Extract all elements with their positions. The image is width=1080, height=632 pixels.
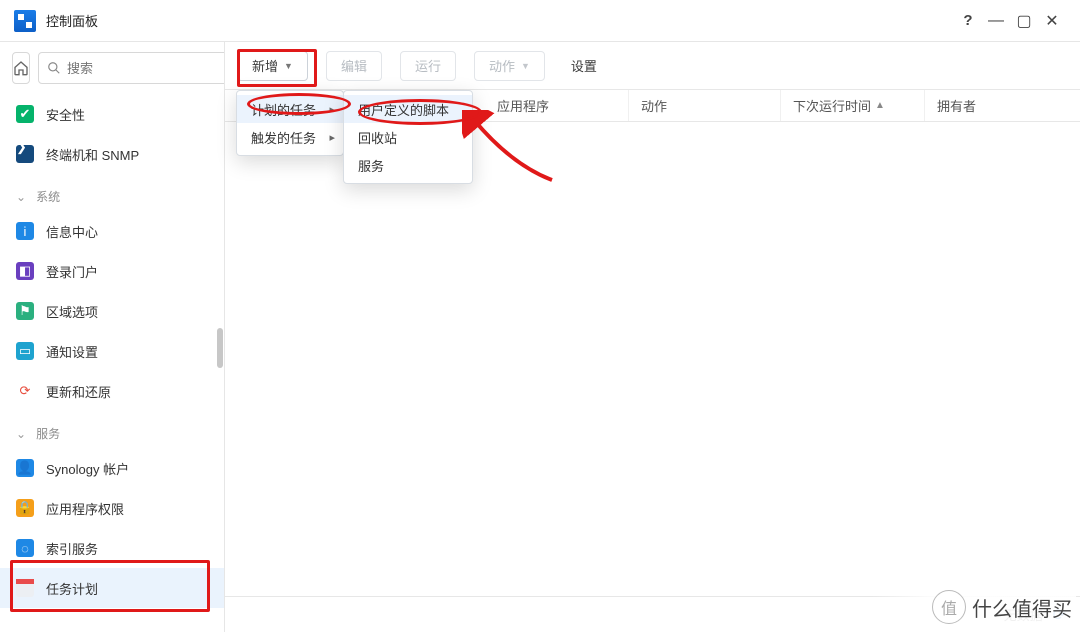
sidebar-item-label: 终端机和 SNMP [46, 145, 139, 164]
dropdown-item-scheduled-task[interactable]: 计划的任务 用户定义的脚本 回收站 服务 [237, 95, 343, 123]
sidebar-item-login-portal[interactable]: ◧ 登录门户 [0, 251, 224, 291]
lock-icon: 🔒 [16, 499, 34, 517]
terminal-icon: ❯_ [16, 145, 34, 163]
sidebar-item-label: 区域选项 [46, 302, 98, 321]
help-button[interactable]: ? [954, 12, 982, 29]
chat-icon: ▭ [16, 342, 34, 360]
th-app[interactable]: 应用程序 [485, 90, 629, 121]
status-text: 无数据 [1004, 605, 1043, 624]
sidebar-item-terminal-snmp[interactable]: ❯_ 终端机和 SNMP [0, 134, 224, 174]
sidebar-item-label: Synology 帐户 [46, 459, 129, 478]
sidebar-item-task-scheduler[interactable]: 任务计划 [0, 568, 224, 608]
sidebar-item-security[interactable]: ✔ 安全性 [0, 94, 224, 134]
submenu-item-service[interactable]: 服务 [344, 151, 472, 179]
reload-button[interactable]: ⟳ [1053, 605, 1066, 625]
user-icon: 👤 [16, 459, 34, 477]
home-button[interactable] [12, 52, 30, 84]
sidebar-item-info-center[interactable]: i 信息中心 [0, 211, 224, 251]
sidebar-item-regional-options[interactable]: ⚑ 区域选项 [0, 291, 224, 331]
sidebar-item-label: 登录门户 [46, 262, 98, 281]
sidebar-item-label: 更新和还原 [46, 382, 111, 401]
scrollbar-thumb[interactable] [217, 328, 223, 368]
caret-down-icon: ▼ [521, 61, 530, 71]
chevron-down-icon: ⌄ [16, 190, 26, 204]
caret-down-icon: ▼ [284, 61, 293, 71]
titlebar: 控制面板 ? — ▢ ✕ [0, 0, 1080, 42]
portal-icon: ◧ [16, 262, 34, 280]
search-input[interactable] [67, 61, 225, 76]
sidebar-item-label: 应用程序权限 [46, 499, 124, 518]
app-icon [14, 10, 36, 32]
add-dropdown: 计划的任务 用户定义的脚本 回收站 服务 触发的任务 [236, 90, 344, 156]
th-owner[interactable]: 拥有者 [925, 90, 1080, 121]
cutoff-text: 重 [949, 603, 962, 622]
sidebar-item-label: 索引服务 [46, 539, 98, 558]
scheduled-task-submenu: 用户定义的脚本 回收站 服务 [343, 90, 473, 184]
sidebar-item-label: 任务计划 [46, 579, 98, 598]
th-next-run[interactable]: 下次运行时间▲ [781, 90, 925, 121]
sidebar-item-label: 安全性 [46, 105, 85, 124]
main-panel: 新增 ▼ 编辑 运行 动作 ▼ 设置 应用程序 动作 下次运行时间▲ 拥有者 [225, 42, 1080, 632]
sidebar-item-label: 通知设置 [46, 342, 98, 361]
toolbar: 新增 ▼ 编辑 运行 动作 ▼ 设置 [225, 42, 1080, 90]
flag-icon: ⚑ [16, 302, 34, 320]
window-title: 控制面板 [46, 11, 98, 30]
sidebar-item-label: 信息中心 [46, 222, 98, 241]
minimize-button[interactable]: — [982, 12, 1010, 30]
shield-icon: ✔ [16, 105, 34, 123]
update-icon: ⟳ [16, 382, 34, 400]
sidebar-group-service[interactable]: ⌄ 服务 [0, 411, 224, 448]
sidebar-item-app-privileges[interactable]: 🔒 应用程序权限 [0, 488, 224, 528]
sidebar-item-synology-account[interactable]: 👤 Synology 帐户 [0, 448, 224, 488]
sidebar-item-index-service[interactable]: ◌ 索引服务 [0, 528, 224, 568]
action-button[interactable]: 动作 ▼ [474, 51, 545, 81]
home-icon [13, 60, 29, 76]
calendar-icon [16, 579, 34, 597]
run-button[interactable]: 运行 [400, 51, 456, 81]
info-icon: i [16, 222, 34, 240]
chevron-down-icon: ⌄ [16, 427, 26, 441]
submenu-item-recycle-bin[interactable]: 回收站 [344, 123, 472, 151]
search-icon [47, 61, 61, 75]
edit-button[interactable]: 编辑 [326, 51, 382, 81]
search-field[interactable] [38, 52, 225, 84]
table-body-empty [225, 122, 1080, 596]
close-button[interactable]: ✕ [1038, 11, 1066, 31]
sidebar-item-notifications[interactable]: ▭ 通知设置 [0, 331, 224, 371]
th-action[interactable]: 动作 [629, 90, 781, 121]
settings-button[interactable]: 设置 [563, 51, 605, 81]
maximize-button[interactable]: ▢ [1010, 11, 1038, 31]
dropdown-item-triggered-task[interactable]: 触发的任务 [237, 123, 343, 151]
sidebar-item-update-restore[interactable]: ⟳ 更新和还原 [0, 371, 224, 411]
submenu-item-user-defined-script[interactable]: 用户定义的脚本 [344, 95, 472, 123]
sidebar-group-system[interactable]: ⌄ 系统 [0, 174, 224, 211]
sidebar: ✔ 安全性 ❯_ 终端机和 SNMP ⌄ 系统 i 信息中心 ◧ 登录门户 ⚑ … [0, 42, 225, 632]
sort-asc-icon: ▲ [875, 100, 885, 111]
search-db-icon: ◌ [16, 539, 34, 557]
add-button[interactable]: 新增 ▼ [237, 51, 308, 81]
